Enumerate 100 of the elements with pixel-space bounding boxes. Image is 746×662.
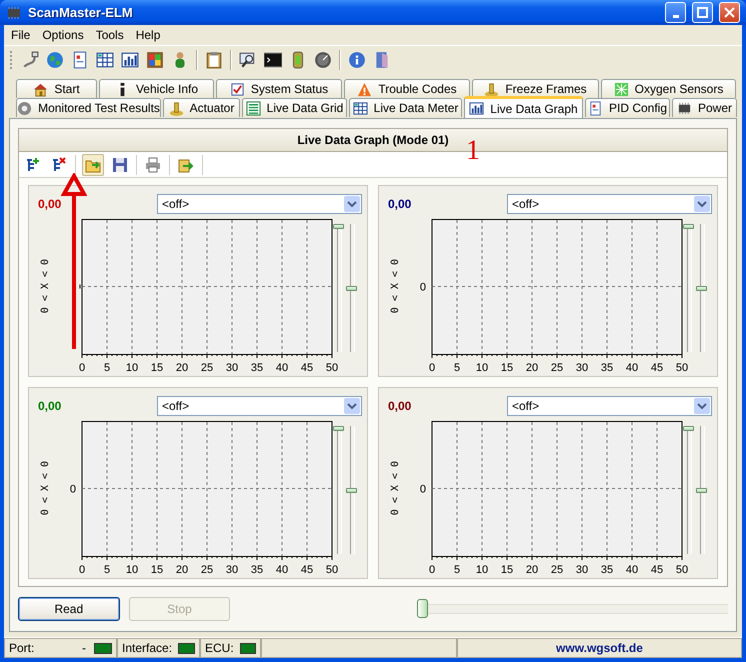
- slider-thumb[interactable]: [333, 426, 344, 431]
- ecu-indicator: [240, 642, 256, 654]
- y-tick-label: 0: [420, 484, 426, 496]
- x-tick-label: 40: [276, 564, 288, 576]
- minimize-button[interactable]: [665, 2, 686, 23]
- x-tick-label: 30: [226, 564, 238, 576]
- list-icon: [246, 100, 261, 116]
- x-tick-label: 40: [276, 362, 288, 374]
- x-tick-label: 10: [476, 362, 488, 374]
- bar-chart-icon: [469, 101, 484, 116]
- x-tick-label: 0: [428, 564, 436, 576]
- x-tick-label: 5: [104, 564, 110, 576]
- x-tick-label: 20: [526, 564, 538, 576]
- slider-thumb[interactable]: [683, 224, 694, 229]
- close-icon: [724, 7, 735, 18]
- interface-label: Interface:: [122, 641, 172, 655]
- slider-thumb[interactable]: [346, 488, 357, 492]
- channel-dropdown[interactable]: <off>: [507, 396, 712, 416]
- ecu-label: ECU:: [205, 641, 234, 655]
- bar-chart-icon[interactable]: [121, 51, 139, 69]
- tab[interactable]: Freeze Frames: [472, 79, 599, 98]
- axis-label: 0 < X < 0: [390, 461, 400, 516]
- x-tick-label: 0: [78, 564, 86, 576]
- x-tick-label: 35: [600, 564, 614, 576]
- value-readout: 0,00: [387, 197, 412, 211]
- x-tick-label: 25: [550, 564, 564, 576]
- tab[interactable]: Oxygen Sensors: [601, 79, 736, 98]
- tab[interactable]: Live Data Graph: [464, 96, 583, 118]
- terminal-icon[interactable]: [264, 51, 282, 69]
- close-button[interactable]: [719, 2, 740, 23]
- value-readout: 0,00: [37, 399, 62, 413]
- tab[interactable]: Live Data Grid: [242, 98, 347, 117]
- slider-thumb[interactable]: [333, 224, 344, 229]
- value-readout: 0,00: [37, 197, 62, 211]
- info-icon[interactable]: [348, 51, 366, 69]
- menu-item[interactable]: File: [5, 28, 36, 42]
- globe-icon[interactable]: [46, 51, 64, 69]
- port-value: -: [82, 641, 86, 655]
- slider-thumb[interactable]: [696, 286, 707, 290]
- house-icon: [33, 82, 48, 96]
- x-tick-label: 5: [454, 564, 460, 576]
- x-tick-label: 15: [150, 362, 164, 374]
- channel-dropdown[interactable]: <off>: [507, 194, 712, 214]
- tab[interactable]: Actuator: [163, 98, 240, 117]
- lever-icon: [484, 82, 500, 96]
- axis-label: 0 < X < 0: [40, 461, 50, 516]
- slider-track[interactable]: [683, 426, 695, 554]
- menu-item[interactable]: Tools: [90, 28, 130, 42]
- value-readout: 0,00: [387, 399, 412, 413]
- channel-dropdown[interactable]: <off>: [157, 194, 362, 214]
- slider-track[interactable]: [333, 224, 345, 352]
- x-tick-label: 25: [200, 362, 214, 374]
- grid-icon[interactable]: [96, 51, 114, 69]
- x-tick-label: 35: [250, 564, 264, 576]
- slider-thumb[interactable]: [346, 286, 357, 290]
- x-tick-label: 5: [454, 362, 460, 374]
- tab[interactable]: System Status: [216, 79, 342, 98]
- x-tick-label: 50: [676, 564, 688, 576]
- magnifier-icon[interactable]: [239, 51, 257, 69]
- tab[interactable]: Trouble Codes: [344, 79, 470, 98]
- slider-thumb[interactable]: [696, 488, 707, 492]
- maximize-icon: [697, 7, 708, 18]
- axis-label: 0 < X < 0: [40, 259, 50, 314]
- slider-track[interactable]: [683, 224, 695, 352]
- maximize-button[interactable]: [692, 2, 713, 23]
- x-tick-label: 10: [126, 564, 138, 576]
- tab[interactable]: Vehicle Info: [99, 79, 214, 98]
- open-folder-icon[interactable]: [82, 154, 104, 176]
- x-tick-label: 15: [500, 362, 514, 374]
- clipboard-icon[interactable]: [205, 51, 223, 69]
- tab[interactable]: Monitored Test Results: [16, 98, 161, 117]
- slider-thumb[interactable]: [417, 599, 428, 618]
- x-tick-label: 35: [600, 362, 614, 374]
- tab[interactable]: Power: [672, 98, 737, 117]
- channel-dropdown[interactable]: <off>: [157, 396, 362, 416]
- tab[interactable]: PID Config: [585, 98, 670, 117]
- cable-icon[interactable]: [21, 51, 39, 69]
- action-button[interactable]: Read: [18, 597, 120, 621]
- gauge-icon[interactable]: [314, 51, 332, 69]
- x-tick-label: 20: [176, 362, 188, 374]
- menu-item[interactable]: Help: [130, 28, 166, 42]
- x-tick-label: 30: [226, 362, 238, 374]
- x-tick-label: 10: [476, 564, 488, 576]
- menu-item[interactable]: Options: [36, 28, 90, 42]
- port-indicator: [94, 642, 112, 654]
- slider-track[interactable]: [333, 426, 345, 554]
- window-icon[interactable]: [146, 51, 164, 69]
- window-title: ScanMaster-ELM: [28, 5, 134, 20]
- document-icon[interactable]: [71, 51, 89, 69]
- tab[interactable]: Start: [16, 79, 97, 98]
- document-icon: [588, 100, 603, 116]
- x-tick-label: 15: [500, 564, 514, 576]
- print-icon[interactable]: [143, 154, 163, 174]
- x-tick-label: 0: [78, 362, 86, 374]
- sensor-icon: [614, 82, 629, 96]
- app-icon: [6, 4, 22, 20]
- tab[interactable]: Live Data Meter: [349, 98, 462, 117]
- x-tick-label: 45: [650, 362, 664, 374]
- slider-thumb[interactable]: [683, 426, 694, 431]
- checklist-icon: [230, 82, 245, 96]
